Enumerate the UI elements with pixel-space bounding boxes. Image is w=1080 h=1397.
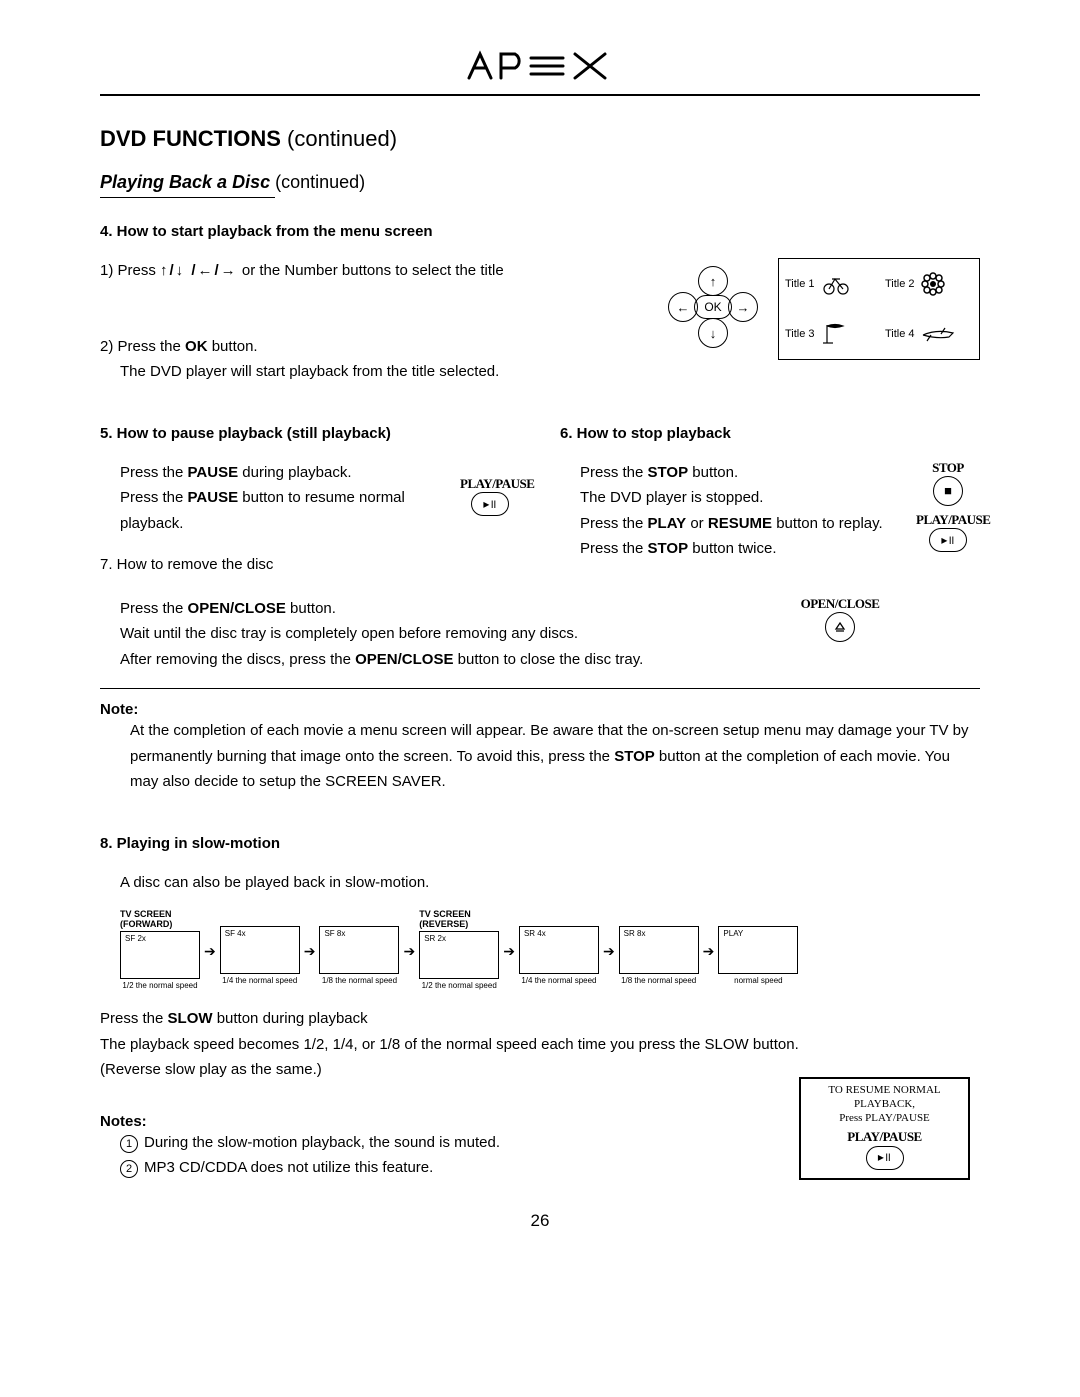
playpause-icon2: ▸॥ [929,528,967,552]
arrow-icon: ➔ [304,939,316,960]
bicycle-icon [821,273,849,295]
brand-logo [100,50,980,90]
flag-icon [821,323,849,345]
section-title-cont: (continued) [287,126,397,151]
ok-word: OK [185,338,208,355]
dpad-illustration: ↑ ← OK → ↓ [668,268,758,346]
playpause-label2: PLAY/PAUSE [916,512,980,528]
dpad-down-icon: ↓ [698,318,728,348]
playpause-icon3: ▸॥ [866,1146,904,1170]
resume-l2: Press PLAY/PAUSE [807,1111,962,1125]
subsection-name: Playing Back a Disc [100,172,270,192]
openclose-icon-group: OPEN/CLOSE [800,596,880,642]
dpad-up-icon: ↑ [698,266,728,296]
step7-body: Press the OPEN/CLOSE button. Wait until … [120,596,800,673]
title2-label: Title 2 [885,278,915,290]
title-menu-illustration: Title 1 Title 2 Title 3 Title 4 [778,258,980,360]
arrow-icon: ➔ [204,939,216,960]
step6-body: Press the STOP button. The DVD player is… [580,460,916,562]
playpause-icon-group: PLAY/PAUSE ▸॥ [460,460,520,516]
step5-body: Press the PAUSE during playback. Press t… [120,460,460,537]
stop-playpause-icons: STOP ■ PLAY/PAUSE ▸॥ [916,460,980,552]
stop-icon: ■ [933,476,963,506]
section-title-bold: DVD FUNCTIONS [100,126,281,151]
rev-label: TV SCREEN (REVERSE) [419,909,499,929]
playpause-icon: ▸॥ [471,492,509,516]
title3-label: Title 3 [785,328,815,340]
section-title: DVD FUNCTIONS (continued) [100,126,980,152]
flower-icon [921,272,945,296]
t: or the Number buttons to select the titl… [242,262,504,279]
dpad-right-icon: → [728,292,758,322]
slowmotion-strip: TV SCREEN (FORWARD) SF 2x 1/2 the normal… [120,909,980,990]
eject-icon [825,612,855,642]
arrow-icon: ➔ [603,939,615,960]
page-number: 26 [100,1211,980,1231]
resume-l1: TO RESUME NORMAL PLAYBACK, [807,1083,962,1112]
step8-heading: 8. Playing in slow-motion [100,835,980,852]
arrow-icon: ➔ [503,939,515,960]
subsection-cont: (continued) [275,172,365,192]
step8-p2: The playback speed becomes 1/2, 1/4, or … [100,1032,980,1058]
resume-btn-label: PLAY/PAUSE [807,1129,962,1146]
plane-icon [921,325,955,343]
stop-label: STOP [916,460,980,476]
circled-2-icon: 2 [120,1160,138,1178]
step5-heading: 5. How to pause playback (still playback… [100,425,520,442]
dpad-ok-icon: OK [694,295,732,319]
t: 1) Press [100,262,160,279]
step4-line3: The DVD player will start playback from … [120,359,668,385]
arrow-icon: ➔ [403,939,415,960]
playpause-label: PLAY/PAUSE [460,476,520,492]
resume-box: TO RESUME NORMAL PLAYBACK, Press PLAY/PA… [799,1077,970,1181]
subsection-underline [100,197,275,198]
step8-intro: A disc can also be played back in slow-m… [120,870,980,896]
title1-label: Title 1 [785,278,815,290]
arrow-icons: ↑/↓ /←/→ [160,262,238,279]
header-rule [100,94,980,96]
circled-1-icon: 1 [120,1135,138,1153]
t: button. [208,338,258,355]
fwd-label: TV SCREEN (FORWARD) [120,909,200,929]
title4-label: Title 4 [885,328,915,340]
subsection-title: Playing Back a Disc (continued) [100,172,980,193]
step4-heading: 4. How to start playback from the menu s… [100,223,980,240]
divider-rule [100,688,980,689]
openclose-label: OPEN/CLOSE [800,596,880,612]
note-block: Note: At the completion of each movie a … [100,701,980,795]
step7-heading: 7. How to remove the disc [100,552,520,578]
t: 2) Press the [100,338,185,355]
step8-p1: Press the SLOW button during playback [100,1006,980,1032]
arrow-icon: ➔ [703,939,715,960]
note-title: Note: [100,701,980,718]
step6-heading: 6. How to stop playback [560,425,980,442]
step4-line2: 2) Press the OK button. [100,334,668,360]
step4-line1: 1) Press ↑/↓ /←/→ or the Number buttons … [100,258,668,284]
